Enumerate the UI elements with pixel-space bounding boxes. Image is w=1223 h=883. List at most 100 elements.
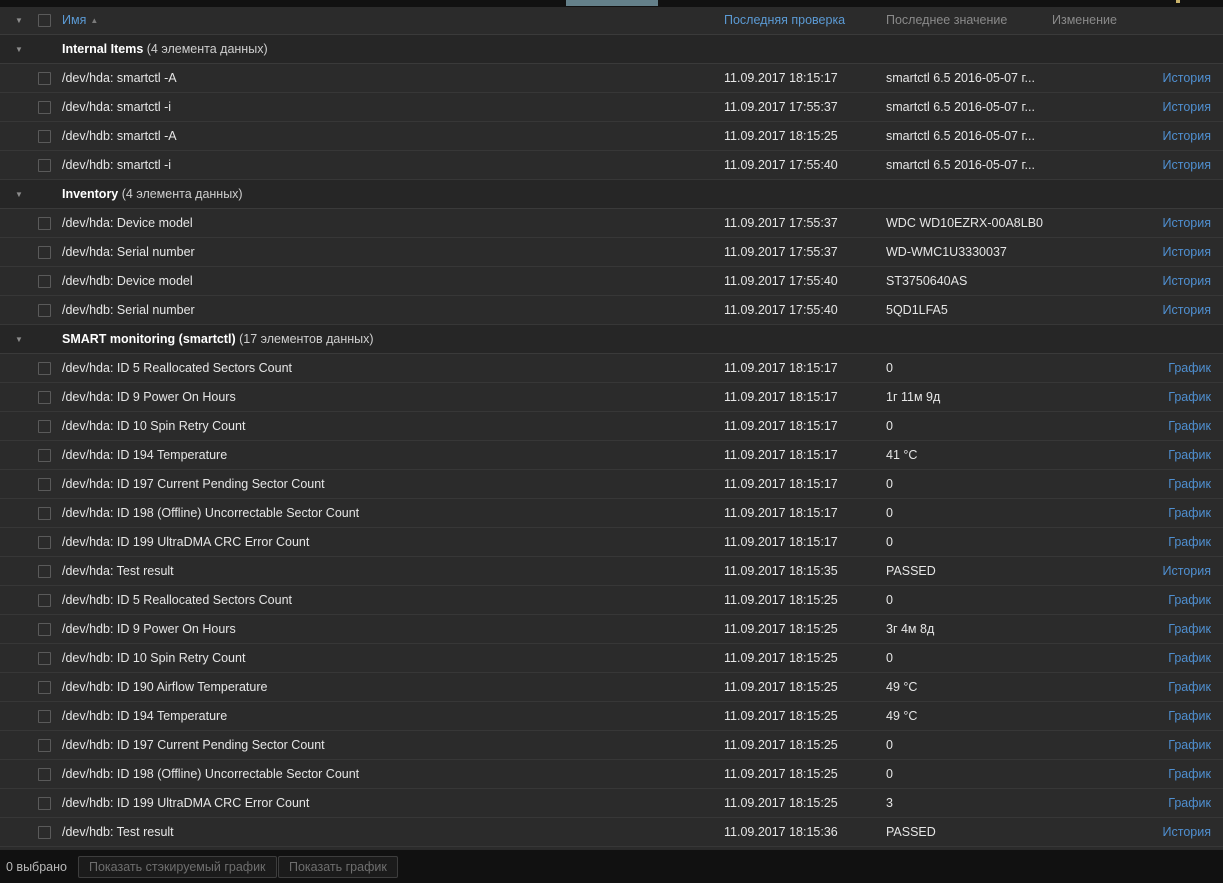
item-name-cell[interactable]: /dev/hdb: ID 190 Airflow Temperature <box>62 673 702 702</box>
group-collapse-caret-icon[interactable]: ▼ <box>10 180 28 209</box>
table-row[interactable]: /dev/hda: Test result 11.09.2017 18:15:35… <box>0 557 1223 586</box>
table-row[interactable]: /dev/hdb: ID 9 Power On Hours 11.09.2017 … <box>0 615 1223 644</box>
row-action-link[interactable]: График <box>1168 731 1211 760</box>
row-action-link[interactable]: График <box>1168 470 1211 499</box>
item-name-cell[interactable]: /dev/hda: ID 194 Temperature <box>62 441 702 470</box>
row-checkbox[interactable] <box>38 72 51 85</box>
row-action-link[interactable]: История <box>1163 151 1211 180</box>
item-name-cell[interactable]: /dev/hda: smartctl -i <box>62 93 702 122</box>
row-action-link[interactable]: График <box>1168 354 1211 383</box>
table-row[interactable]: /dev/hdb: ID 197 Current Pending Sector … <box>0 731 1223 760</box>
item-name-cell[interactable]: /dev/hda: ID 5 Reallocated Sectors Count <box>62 354 702 383</box>
show-graph-button[interactable]: Показать график <box>278 856 398 878</box>
row-action-link[interactable]: График <box>1168 644 1211 673</box>
row-action-link[interactable]: История <box>1163 209 1211 238</box>
table-row[interactable]: /dev/hdb: ID 190 Airflow Temperature 11.0… <box>0 673 1223 702</box>
table-row[interactable]: /dev/hda: ID 197 Current Pending Sector … <box>0 470 1223 499</box>
row-checkbox[interactable] <box>38 420 51 433</box>
table-row[interactable]: /dev/hdb: ID 199 UltraDMA CRC Error Coun… <box>0 789 1223 818</box>
row-action-link[interactable]: История <box>1163 267 1211 296</box>
item-name-cell[interactable]: /dev/hda: ID 9 Power On Hours <box>62 383 702 412</box>
item-name-cell[interactable]: /dev/hda: ID 198 (Offline) Uncorrectable… <box>62 499 702 528</box>
row-action-link[interactable]: График <box>1168 412 1211 441</box>
row-checkbox[interactable] <box>38 623 51 636</box>
group-collapse-caret-icon[interactable]: ▼ <box>10 35 28 64</box>
column-header-name[interactable]: Имя ▲ <box>62 7 98 34</box>
row-checkbox[interactable] <box>38 565 51 578</box>
row-action-link[interactable]: График <box>1168 499 1211 528</box>
item-name-cell[interactable]: /dev/hda: Test result <box>62 557 702 586</box>
item-name-cell[interactable]: /dev/hdb: smartctl -A <box>62 122 702 151</box>
group-collapse-caret-icon[interactable]: ▼ <box>10 325 28 354</box>
row-action-link[interactable]: График <box>1168 789 1211 818</box>
table-row[interactable]: /dev/hda: ID 9 Power On Hours 11.09.2017 … <box>0 383 1223 412</box>
row-action-link[interactable]: График <box>1168 702 1211 731</box>
column-header-last-check[interactable]: Последняя проверка <box>724 7 845 34</box>
item-name-cell[interactable]: /dev/hda: Serial number <box>62 238 702 267</box>
table-row[interactable]: /dev/hdb: smartctl -i 11.09.2017 17:55:40… <box>0 151 1223 180</box>
row-action-link[interactable]: График <box>1168 586 1211 615</box>
row-action-link[interactable]: График <box>1168 528 1211 557</box>
row-checkbox[interactable] <box>38 478 51 491</box>
row-checkbox[interactable] <box>38 652 51 665</box>
item-name-cell[interactable]: /dev/hdb: ID 198 (Offline) Uncorrectable… <box>62 760 702 789</box>
row-checkbox[interactable] <box>38 217 51 230</box>
row-action-link[interactable]: История <box>1163 64 1211 93</box>
table-row[interactable]: /dev/hda: smartctl -i 11.09.2017 17:55:37… <box>0 93 1223 122</box>
row-checkbox[interactable] <box>38 739 51 752</box>
table-row[interactable]: /dev/hda: ID 5 Reallocated Sectors Count… <box>0 354 1223 383</box>
item-name-cell[interactable]: /dev/hdb: Device model <box>62 267 702 296</box>
item-name-cell[interactable]: /dev/hdb: Serial number <box>62 296 702 325</box>
row-action-link[interactable]: График <box>1168 760 1211 789</box>
row-checkbox[interactable] <box>38 797 51 810</box>
item-name-cell[interactable]: /dev/hda: ID 197 Current Pending Sector … <box>62 470 702 499</box>
row-checkbox[interactable] <box>38 507 51 520</box>
row-action-link[interactable]: История <box>1163 238 1211 267</box>
table-row[interactable]: /dev/hda: Device model 11.09.2017 17:55:3… <box>0 209 1223 238</box>
item-name-cell[interactable]: /dev/hda: Device model <box>62 209 702 238</box>
row-checkbox[interactable] <box>38 275 51 288</box>
item-name-cell[interactable]: /dev/hda: smartctl -A <box>62 64 702 93</box>
row-checkbox[interactable] <box>38 362 51 375</box>
item-name-cell[interactable]: /dev/hda: ID 199 UltraDMA CRC Error Coun… <box>62 528 702 557</box>
row-action-link[interactable]: История <box>1163 557 1211 586</box>
row-checkbox[interactable] <box>38 768 51 781</box>
row-checkbox[interactable] <box>38 826 51 839</box>
row-checkbox[interactable] <box>38 594 51 607</box>
row-checkbox[interactable] <box>38 130 51 143</box>
table-row[interactable]: /dev/hda: smartctl -A 11.09.2017 18:15:17… <box>0 64 1223 93</box>
table-row[interactable]: /dev/hdb: Device model 11.09.2017 17:55:4… <box>0 267 1223 296</box>
row-action-link[interactable]: График <box>1168 673 1211 702</box>
row-checkbox[interactable] <box>38 710 51 723</box>
table-row[interactable]: /dev/hda: ID 199 UltraDMA CRC Error Coun… <box>0 528 1223 557</box>
item-name-cell[interactable]: /dev/hdb: ID 5 Reallocated Sectors Count <box>62 586 702 615</box>
row-action-link[interactable]: История <box>1163 818 1211 847</box>
row-action-link[interactable]: График <box>1168 615 1211 644</box>
row-action-link[interactable]: График <box>1168 383 1211 412</box>
table-row[interactable]: /dev/hdb: ID 198 (Offline) Uncorrectable… <box>0 760 1223 789</box>
item-name-cell[interactable]: /dev/hdb: ID 199 UltraDMA CRC Error Coun… <box>62 789 702 818</box>
table-row[interactable]: /dev/hda: ID 10 Spin Retry Count 11.09.20… <box>0 412 1223 441</box>
row-checkbox[interactable] <box>38 304 51 317</box>
show-stacked-graph-button[interactable]: Показать стэкируемый график <box>78 856 277 878</box>
item-name-cell[interactable]: /dev/hdb: ID 10 Spin Retry Count <box>62 644 702 673</box>
table-row[interactable]: /dev/hdb: Serial number 11.09.2017 17:55:… <box>0 296 1223 325</box>
row-action-link[interactable]: График <box>1168 441 1211 470</box>
row-checkbox[interactable] <box>38 159 51 172</box>
group-header-row[interactable]: ▼ SMART monitoring (smartctl) (17 элемент… <box>0 325 1223 354</box>
item-name-cell[interactable]: /dev/hdb: ID 194 Temperature <box>62 702 702 731</box>
row-checkbox[interactable] <box>38 391 51 404</box>
row-action-link[interactable]: История <box>1163 296 1211 325</box>
item-name-cell[interactable]: /dev/hdb: Test result <box>62 818 702 847</box>
row-action-link[interactable]: История <box>1163 122 1211 151</box>
row-checkbox[interactable] <box>38 681 51 694</box>
item-name-cell[interactable]: /dev/hdb: ID 197 Current Pending Sector … <box>62 731 702 760</box>
table-row[interactable]: /dev/hda: Serial number 11.09.2017 17:55:… <box>0 238 1223 267</box>
row-action-link[interactable]: История <box>1163 93 1211 122</box>
table-row[interactable]: /dev/hdb: ID 10 Spin Retry Count 11.09.20… <box>0 644 1223 673</box>
group-header-row[interactable]: ▼ Internal Items (4 элемента данных) <box>0 35 1223 64</box>
item-name-cell[interactable]: /dev/hdb: smartctl -i <box>62 151 702 180</box>
table-row[interactable]: /dev/hda: ID 198 (Offline) Uncorrectable… <box>0 499 1223 528</box>
item-name-cell[interactable]: /dev/hdb: ID 9 Power On Hours <box>62 615 702 644</box>
table-row[interactable]: /dev/hda: ID 194 Temperature 11.09.2017 1… <box>0 441 1223 470</box>
